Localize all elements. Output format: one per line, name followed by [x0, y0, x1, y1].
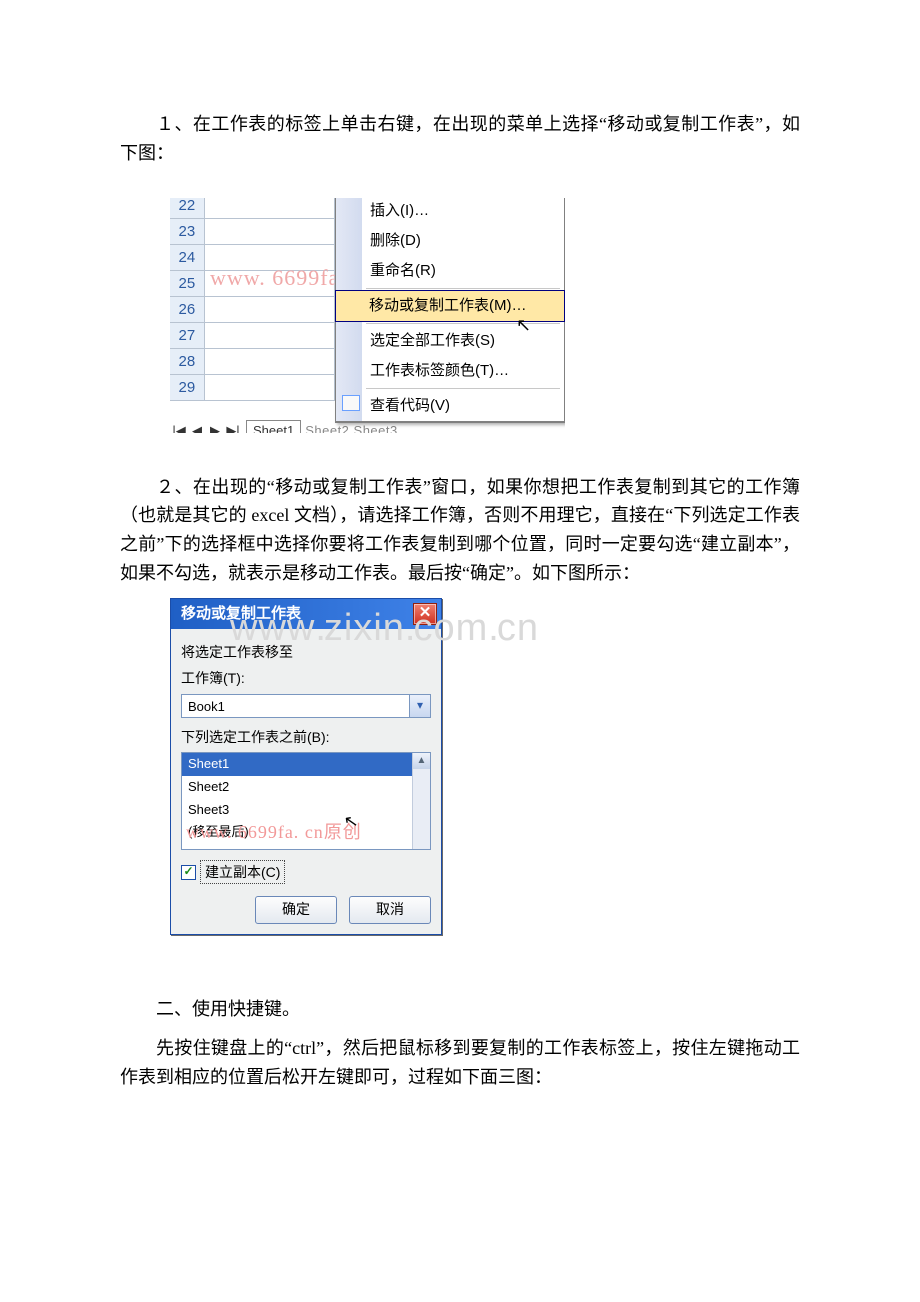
- create-copy-checkbox[interactable]: ✓: [181, 865, 196, 880]
- menu-tab-color[interactable]: 工作表标签颜色(T)…: [336, 356, 564, 386]
- paragraph-2: ２、在出现的“移动或复制工作表”窗口，如果你想把工作表复制到其它的工作簿（也就是…: [120, 473, 800, 588]
- row-hdr: 22: [170, 198, 205, 218]
- menu-view-code[interactable]: 查看代码(V): [336, 391, 564, 421]
- row-hdr: 28: [170, 349, 205, 374]
- figure2-watermark: www. 6699fa. cn原创: [186, 818, 362, 847]
- section-2-title: 二、使用快捷键。: [120, 995, 800, 1024]
- row-hdr: 27: [170, 323, 205, 348]
- workbook-combobox[interactable]: Book1 ▾: [181, 694, 431, 718]
- paragraph-1: １、在工作表的标签上单击右键，在出现的菜单上选择“移动或复制工作表”，如下图：: [120, 110, 800, 168]
- view-code-icon: [342, 395, 360, 411]
- row-hdr: 26: [170, 297, 205, 322]
- nav-last-icon[interactable]: ▶|: [224, 421, 242, 433]
- row-hdr: 24: [170, 245, 205, 270]
- workbook-value: Book1: [182, 695, 409, 717]
- menu-insert[interactable]: 插入(I)…: [336, 198, 564, 226]
- sheet-listbox[interactable]: Sheet1 Sheet2 Sheet3 (移至最后) www. 6699fa.…: [181, 752, 431, 850]
- cursor-icon: ↖: [516, 311, 531, 340]
- scroll-up-icon[interactable]: ▲: [413, 753, 430, 769]
- nav-next-icon[interactable]: ▶: [206, 421, 224, 433]
- dialog-title: 移动或复制工作表: [181, 602, 301, 626]
- label-move-to: 将选定工作表移至: [181, 641, 431, 663]
- row-hdr: 29: [170, 375, 205, 400]
- row-hdr: 23: [170, 219, 205, 244]
- scrollbar[interactable]: ▲: [412, 753, 430, 849]
- menu-delete[interactable]: 删除(D): [336, 226, 564, 256]
- list-item[interactable]: Sheet2: [182, 776, 430, 799]
- list-item[interactable]: Sheet1: [182, 753, 430, 776]
- active-sheet-tab[interactable]: Sheet1: [246, 420, 301, 433]
- row-headers: 22 23 24 25 26 27 28 29: [170, 198, 335, 401]
- label-workbook: 工作簿(T):: [181, 667, 431, 689]
- cancel-button[interactable]: 取消: [349, 896, 431, 924]
- menu-rename[interactable]: 重命名(R): [336, 256, 564, 286]
- dialog-titlebar: 移动或复制工作表 ✕: [171, 599, 441, 629]
- close-button[interactable]: ✕: [413, 603, 437, 625]
- chevron-down-icon[interactable]: ▾: [409, 695, 430, 717]
- row-hdr: 25: [170, 271, 205, 296]
- move-copy-dialog: 移动或复制工作表 ✕ 将选定工作表移至 工作簿(T): Book1 ▾ 下列选定…: [170, 598, 442, 936]
- context-menu: 插入(I)… 删除(D) 重命名(R) 移动或复制工作表(M)… 选定全部工作表…: [335, 198, 565, 423]
- label-before-sheet: 下列选定工作表之前(B):: [181, 726, 431, 748]
- nav-prev-icon[interactable]: ◀: [188, 421, 206, 433]
- figure-context-menu: 22 23 24 25 26 27 28 29 www. 6699fa. cn原…: [170, 198, 565, 433]
- create-copy-label: 建立副本(C): [200, 860, 285, 884]
- nav-first-icon[interactable]: |◀: [170, 421, 188, 433]
- paragraph-3: 先按住键盘上的“ctrl”，然后把鼠标移到要复制的工作表标签上，按住左键拖动工作…: [120, 1034, 800, 1092]
- ok-button[interactable]: 确定: [255, 896, 337, 924]
